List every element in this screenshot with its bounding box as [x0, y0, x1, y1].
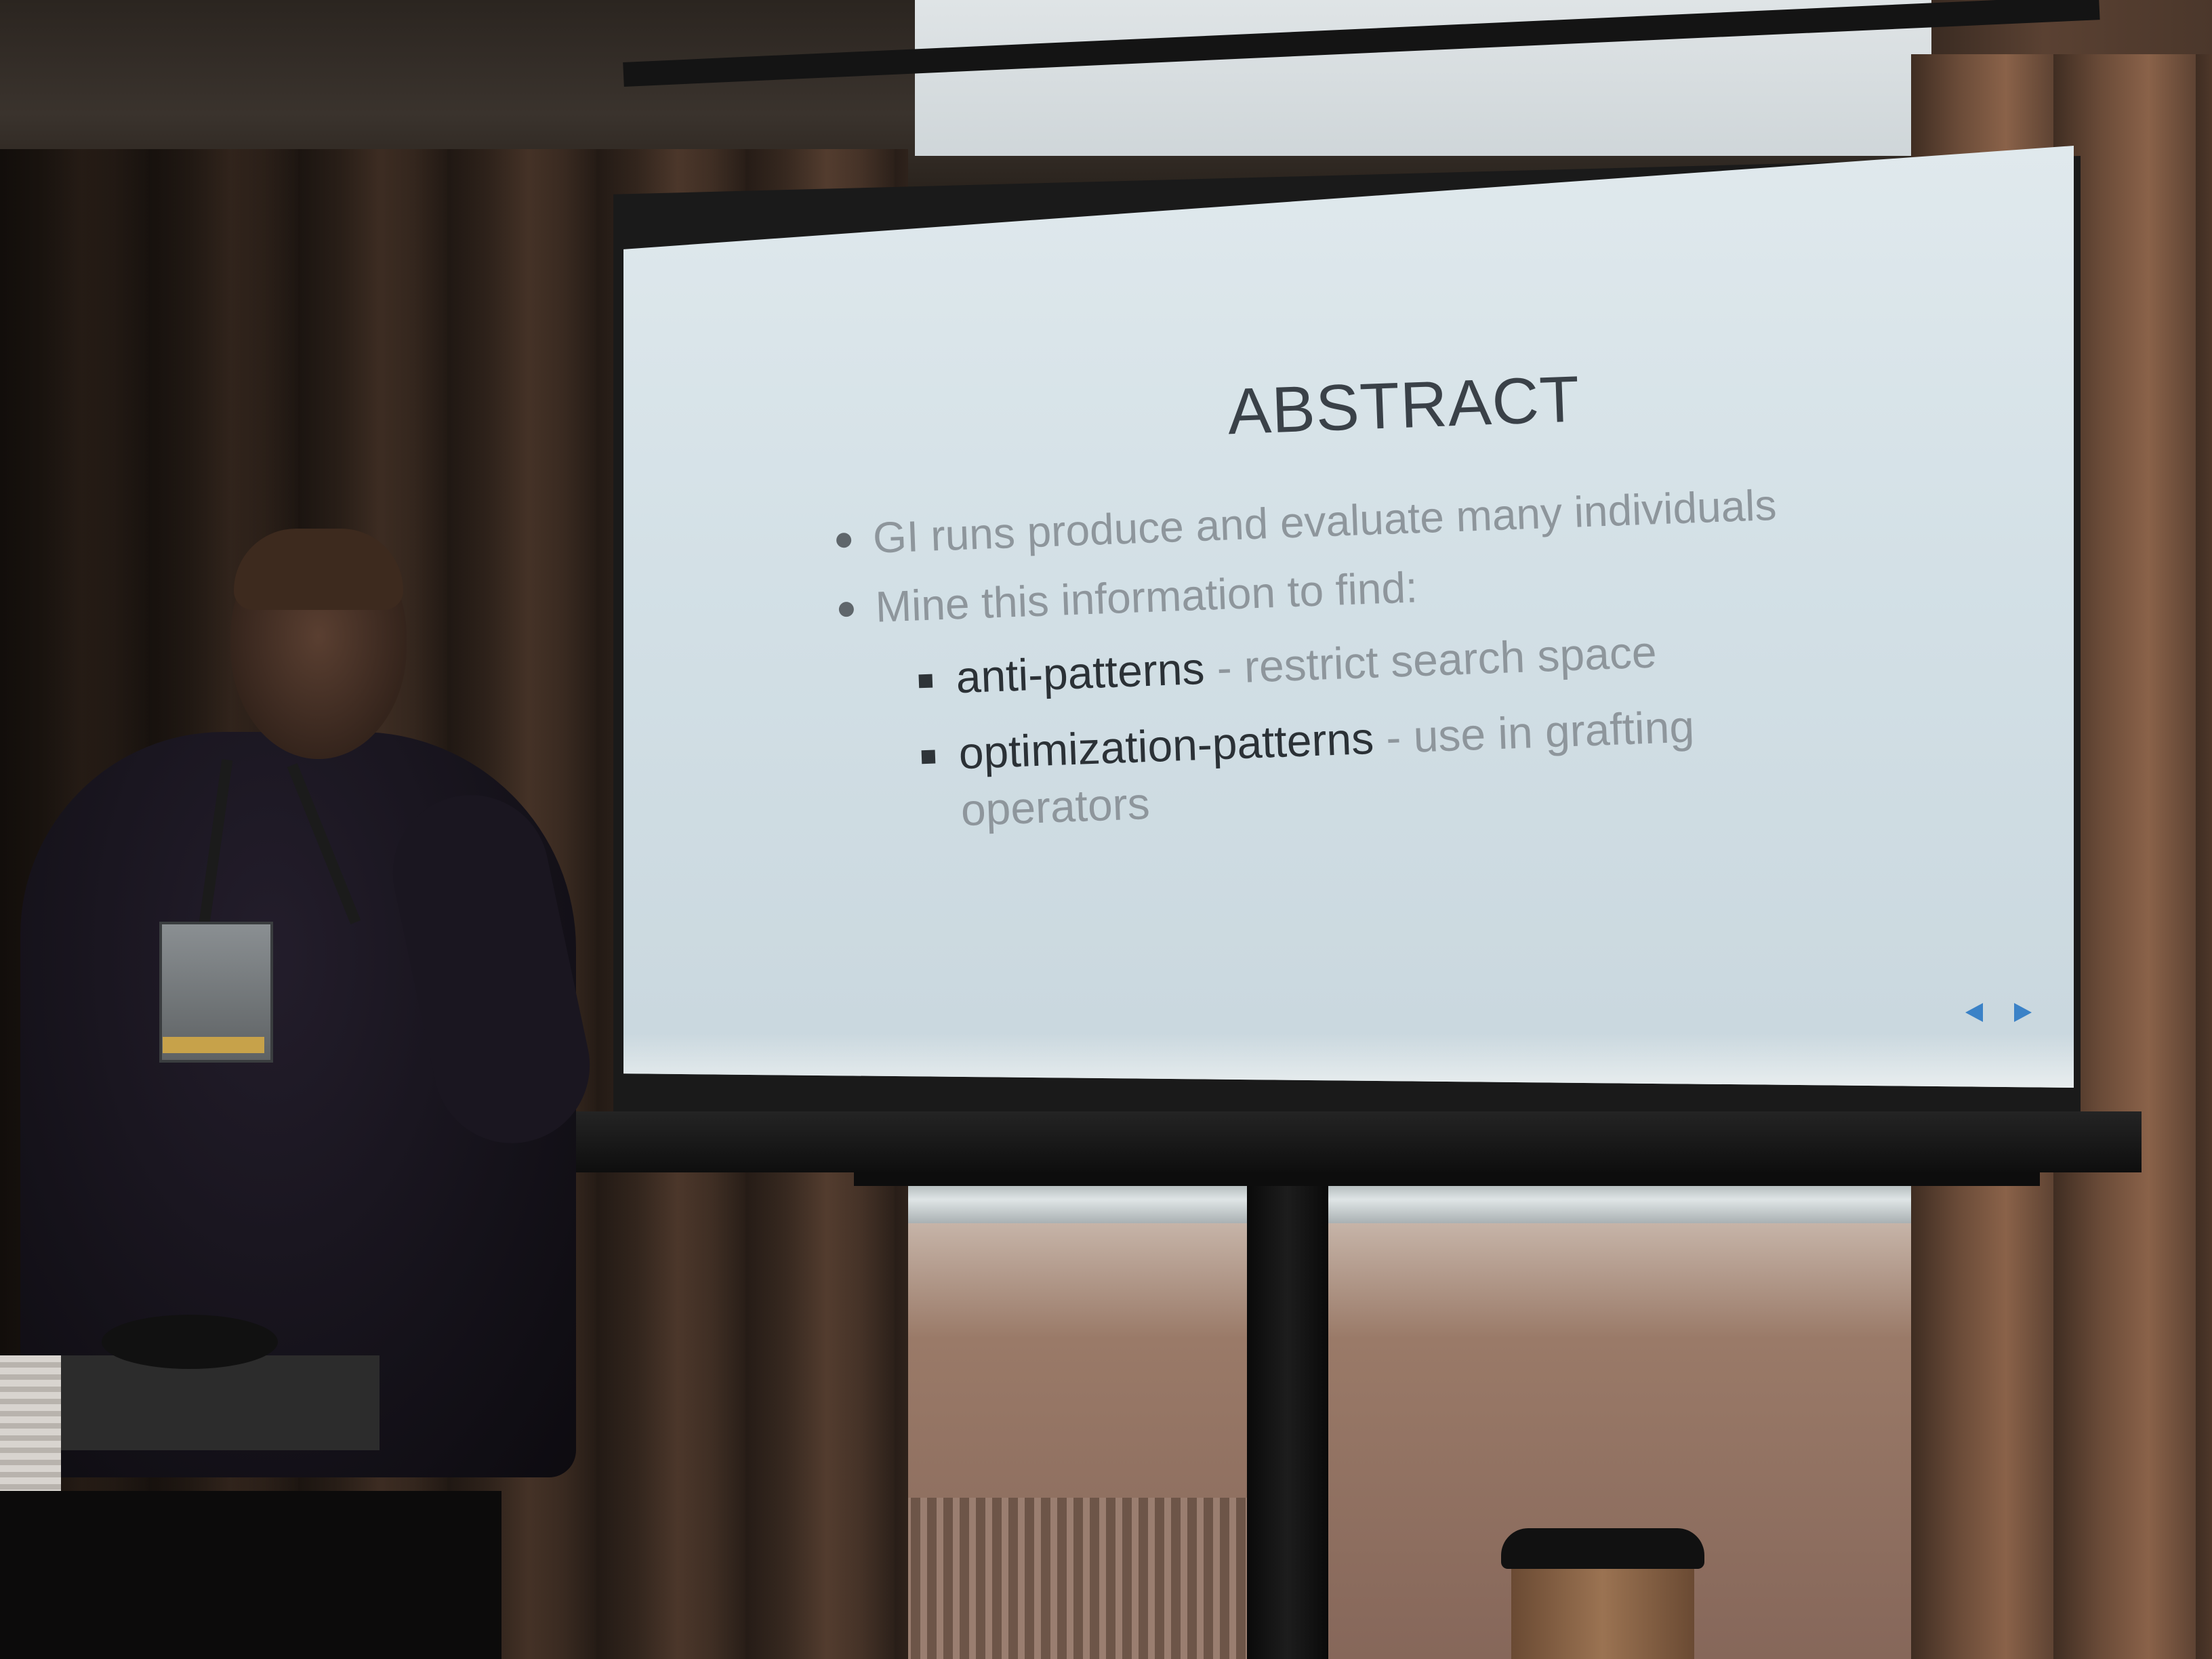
sub-bullet-description: - restrict search space — [1203, 626, 1658, 693]
name-badge-stripe — [163, 1037, 264, 1053]
bullet-list: GI runs produce and evaluate many indivi… — [831, 468, 1859, 839]
foreground-table — [0, 1491, 501, 1659]
next-arrow-icon[interactable] — [2014, 1003, 2032, 1022]
square-bullet-icon — [918, 674, 933, 689]
bullet-dot-icon — [838, 602, 855, 617]
slide-navigation — [1965, 1003, 2047, 1030]
slide-title: ABSTRACT — [1226, 363, 1582, 449]
bullet-item: Mine this information to find: anti-patt… — [834, 537, 1859, 839]
slide-content: ABSTRACT GI runs produce and evaluate ma… — [827, 348, 1978, 835]
conference-speakerphone — [102, 1315, 278, 1369]
sub-bullet-term: anti-patterns — [955, 642, 1206, 703]
coffee-cup-lid — [1501, 1528, 1704, 1569]
sub-bullet-list: anti-patterns - restrict search space op… — [877, 607, 1860, 838]
bullet-text: Mine this information to find: — [874, 562, 1418, 632]
square-bullet-icon — [921, 750, 936, 764]
conference-room-scene: ABSTRACT GI runs produce and evaluate ma… — [0, 0, 2212, 1659]
screen-stand-pole — [1247, 1172, 1328, 1659]
projected-slide: ABSTRACT GI runs produce and evaluate ma… — [623, 146, 2074, 1088]
previous-arrow-icon[interactable] — [1965, 1003, 1983, 1022]
sub-bullet-description: - use in grafting — [1372, 701, 1696, 763]
presenter-hair — [234, 529, 403, 610]
screen-bottom-rod — [562, 1111, 2142, 1172]
sub-bullet-term: optimization-patterns — [958, 712, 1375, 779]
stacked-cups — [0, 1355, 61, 1511]
bullet-dot-icon — [836, 532, 852, 548]
